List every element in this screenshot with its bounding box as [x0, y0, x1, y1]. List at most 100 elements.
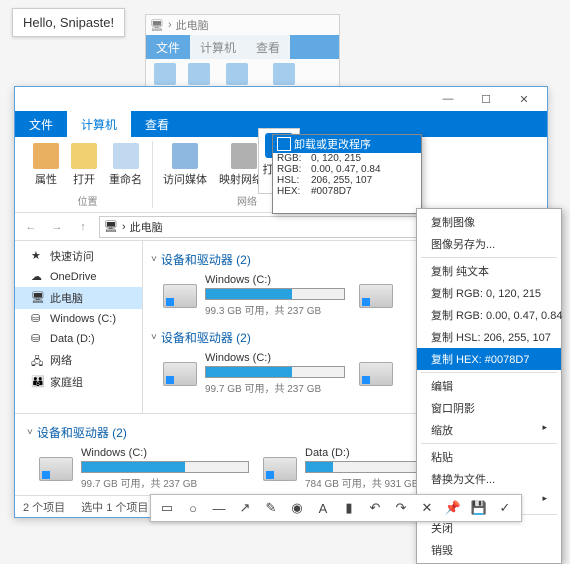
menu-item[interactable]: 缩放 — [417, 419, 561, 441]
confirm-tool[interactable]: ✓ — [495, 498, 515, 518]
group-label-network: 网络 — [237, 193, 257, 208]
menu-item[interactable]: 图像另存为... — [417, 233, 561, 255]
mini-address-bar: 🖥 › 此电脑 — [146, 15, 339, 35]
close-button[interactable]: ✕ — [505, 88, 543, 110]
drive-icon — [163, 284, 197, 308]
annotation-toolbar: ▭ ○ — ↗ ✎ ◉ A ▮ ↶ ↷ ✕ 📌 💾 ✓ — [150, 494, 522, 522]
net-icon: 🖧 — [31, 353, 45, 367]
redo-tool[interactable]: ↷ — [391, 498, 411, 518]
menu-item[interactable]: 编辑 — [417, 375, 561, 397]
title-bar: — ☐ ✕ — [15, 87, 547, 111]
menu-item[interactable]: 复制图像 — [417, 211, 561, 233]
up-button[interactable]: ↑ — [73, 217, 93, 237]
access-media-button[interactable]: 访问媒体 — [161, 141, 209, 189]
menu-item[interactable]: 窗口阴影 — [417, 397, 561, 419]
status-selected: 选中 1 个项目 — [81, 499, 148, 515]
drive-subtext: 99.7 GB 可用，共 237 GB — [81, 475, 249, 490]
menu-item[interactable]: 复制 HSL: 206, 255, 107 — [417, 326, 561, 348]
ellipse-tool[interactable]: ○ — [183, 498, 203, 518]
rename-button[interactable]: 重命名 — [107, 141, 144, 189]
sidebar-item-label: OneDrive — [50, 271, 96, 283]
ribbon-group-location: 属性 打开 重命名 位置 — [23, 141, 153, 208]
pc-icon: 🖥 — [104, 220, 118, 233]
drive-item[interactable]: Windows (C:) 99.7 GB 可用，共 237 GB — [39, 447, 249, 490]
drive-name: Windows (C:) — [205, 274, 345, 286]
sidebar-item[interactable]: 🖧网络 — [15, 349, 142, 371]
drive-icon — [263, 457, 297, 481]
drive-icon — [359, 284, 393, 308]
menu-separator — [421, 372, 557, 373]
menu-item[interactable]: 复制 RGB: 0.00, 0.47, 0.84 — [417, 304, 561, 326]
color-swatch-icon — [277, 137, 291, 151]
menu-item[interactable]: 复制 HEX: #0078D7 — [417, 348, 561, 370]
menu-item[interactable]: 复制 RGB: 0, 120, 215 — [417, 282, 561, 304]
group-label-location: 位置 — [78, 193, 98, 208]
drive-icon — [39, 457, 73, 481]
sidebar-item-label: Windows (C:) — [50, 313, 116, 325]
drive-capacity-bar — [205, 288, 345, 300]
maximize-button[interactable]: ☐ — [467, 88, 505, 110]
drive-item[interactable]: Windows (C:) 99.3 GB 可用，共 237 GB — [163, 274, 345, 317]
sidebar-item[interactable]: ★快速访问 — [15, 245, 142, 267]
drive-item[interactable]: Windows (C:) 99.7 GB 可用，共 237 GB — [163, 352, 345, 395]
menu-item[interactable]: 复制 纯文本 — [417, 260, 561, 282]
menu-separator — [421, 257, 557, 258]
marker-tool[interactable]: ◉ — [287, 498, 307, 518]
rect-tool[interactable]: ▭ — [157, 498, 177, 518]
drive-capacity-bar — [81, 461, 249, 473]
drive-subtext: 99.3 GB 可用，共 237 GB — [205, 302, 345, 317]
tab-file[interactable]: 文件 — [15, 111, 67, 137]
drive-icon — [359, 362, 393, 386]
pencil-tool[interactable]: ✎ — [261, 498, 281, 518]
pin-tool[interactable]: 📌 — [443, 498, 463, 518]
sidebar-item[interactable]: ⛁ Data (D:) — [15, 329, 142, 349]
status-count: 2 个项目 — [23, 499, 65, 515]
mini-address-text: 此电脑 — [176, 17, 209, 33]
menu-item[interactable]: 粘贴 — [417, 446, 561, 468]
arrow-tool[interactable]: ↗ — [235, 498, 255, 518]
sidebar-item-label: 家庭组 — [50, 374, 83, 390]
color-info-row: HEX:#0078D7 — [273, 186, 421, 197]
mini-tab-view[interactable]: 查看 — [246, 35, 290, 59]
disk-icon: ⛁ — [31, 332, 45, 346]
mosaic-tool[interactable]: ▮ — [339, 498, 359, 518]
star-icon: ★ — [31, 249, 45, 263]
sidebar-item[interactable]: ⛁ Windows (C:) — [15, 309, 142, 329]
cloud-icon: ☁ — [31, 270, 45, 284]
mini-ribbon-tabs: 文件 计算机 查看 — [146, 35, 339, 59]
tab-view[interactable]: 查看 — [131, 111, 183, 137]
drive-name: Windows (C:) — [205, 352, 345, 364]
color-info-popup: 卸载或更改程序 RGB:0, 120, 215RGB:0.00, 0.47, 0… — [272, 134, 422, 214]
color-popup-title: 卸载或更改程序 — [273, 135, 421, 153]
color-info-row: RGB:0.00, 0.47, 0.84 — [273, 164, 421, 175]
sidebar-item-label: 此电脑 — [50, 290, 83, 306]
forward-button[interactable]: → — [47, 217, 67, 237]
menu-item[interactable]: 销毁 — [417, 539, 561, 561]
minimize-button[interactable]: — — [429, 88, 467, 110]
sticky-note: Hello, Snipaste! — [12, 8, 125, 37]
group-icon: 👪 — [31, 375, 45, 389]
open-button[interactable]: 打开 — [69, 141, 99, 189]
drive-icon — [163, 362, 197, 386]
undo-tool[interactable]: ↶ — [365, 498, 385, 518]
properties-button[interactable]: 属性 — [31, 141, 61, 189]
pc-icon: 🖥 — [150, 19, 164, 32]
cancel-tool[interactable]: ✕ — [417, 498, 437, 518]
menu-item[interactable]: 替换为文件... — [417, 468, 561, 490]
drive-capacity-bar — [205, 366, 345, 378]
disk-icon: ⛁ — [31, 312, 45, 326]
address-text: 此电脑 — [130, 219, 163, 235]
sidebar-item[interactable]: 🖥此电脑 — [15, 287, 142, 309]
mini-tab-file[interactable]: 文件 — [146, 35, 190, 59]
sidebar-item[interactable]: ☁ OneDrive — [15, 267, 142, 287]
line-tool[interactable]: — — [209, 498, 229, 518]
mini-tab-computer[interactable]: 计算机 — [190, 35, 246, 59]
color-info-row: HSL:206, 255, 107 — [273, 175, 421, 186]
text-tool[interactable]: A — [313, 498, 333, 518]
sidebar-item[interactable]: 👪 家庭组 — [15, 371, 142, 393]
tab-computer[interactable]: 计算机 — [67, 111, 131, 137]
sidebar-item-label: Data (D:) — [50, 333, 95, 345]
save-tool[interactable]: 💾 — [469, 498, 489, 518]
color-info-row: RGB:0, 120, 215 — [273, 153, 421, 164]
back-button[interactable]: ← — [21, 217, 41, 237]
